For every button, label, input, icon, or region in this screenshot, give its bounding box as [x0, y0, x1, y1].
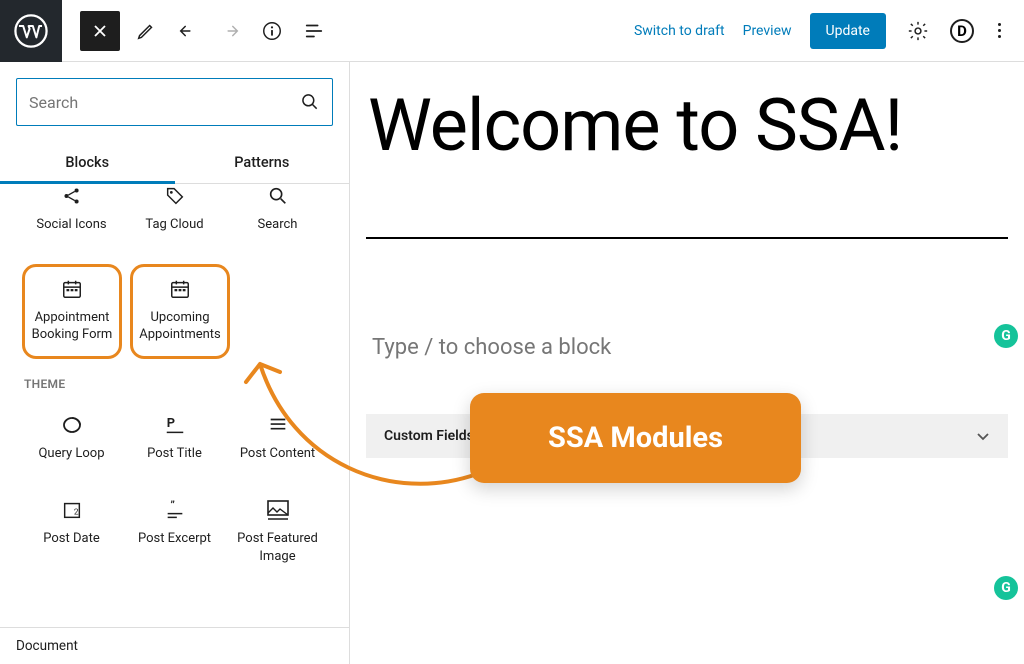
update-button[interactable]: Update [810, 13, 886, 49]
block-post-excerpt[interactable]: ” Post Excerpt [125, 488, 224, 577]
block-label: Post Title [147, 445, 202, 463]
block-label: Upcoming Appointments [135, 309, 225, 344]
calendar-icon [168, 277, 192, 301]
tab-blocks[interactable]: Blocks [0, 142, 175, 183]
svg-text:P: P [166, 415, 174, 430]
switch-to-draft-button[interactable]: Switch to draft [634, 23, 725, 39]
date-icon: 2 [60, 498, 84, 522]
document-outline-tab[interactable]: Document [0, 627, 349, 664]
chevron-down-icon [976, 429, 990, 443]
page-title[interactable]: Welcome to SSA! [350, 62, 1024, 165]
block-appointment-booking-form[interactable]: Appointment Booking Form [22, 264, 122, 359]
more-options-button[interactable] [992, 17, 1006, 45]
redo-icon [219, 20, 241, 42]
info-button[interactable] [254, 13, 290, 49]
block-tag-cloud[interactable]: Tag Cloud [125, 184, 224, 246]
outline-button[interactable] [296, 13, 332, 49]
search-icon [300, 92, 320, 112]
block-post-content[interactable]: Post Content [228, 403, 327, 475]
pencil-icon [135, 20, 157, 42]
block-label: Search [258, 216, 298, 234]
edit-tool-button[interactable] [128, 13, 164, 49]
block-label: Post Content [240, 445, 315, 463]
calendar-icon [60, 277, 84, 301]
block-query-loop[interactable]: Query Loop [22, 403, 121, 475]
tab-patterns[interactable]: Patterns [175, 142, 350, 183]
svg-text:”: ” [170, 499, 174, 512]
annotation-callout: SSA Modules [470, 393, 801, 483]
block-placeholder[interactable]: Type / to choose a block [350, 239, 1024, 390]
wordpress-icon [14, 14, 48, 48]
image-icon [266, 498, 290, 522]
grammarly-badge[interactable]: G [994, 576, 1018, 600]
block-label: Tag Cloud [145, 216, 203, 234]
block-post-featured-image[interactable]: Post Featured Image [228, 488, 327, 577]
search-field[interactable] [29, 93, 300, 112]
block-post-title[interactable]: P Post Title [125, 403, 224, 475]
block-search-input[interactable] [16, 78, 333, 126]
block-label: Social Icons [36, 216, 106, 234]
wordpress-logo[interactable] [0, 0, 62, 62]
block-label: Post Date [43, 530, 99, 548]
gear-icon [907, 20, 929, 42]
list-icon [303, 20, 325, 42]
grammarly-badge[interactable]: G [994, 324, 1018, 348]
divi-button[interactable]: D [950, 19, 974, 43]
preview-button[interactable]: Preview [743, 23, 792, 39]
block-social-icons[interactable]: Social Icons [22, 184, 121, 246]
close-inserter-button[interactable] [80, 11, 120, 51]
tag-icon [163, 184, 187, 208]
block-label: Query Loop [38, 445, 104, 463]
share-icon [60, 184, 84, 208]
block-search[interactable]: Search [228, 184, 327, 246]
custom-fields-label: Custom Fields [384, 428, 474, 444]
svg-text:2: 2 [73, 508, 78, 518]
block-post-date[interactable]: 2 Post Date [22, 488, 121, 577]
content-icon [266, 413, 290, 437]
close-icon [91, 22, 109, 40]
search-icon [266, 184, 290, 208]
block-label: Appointment Booking Form [27, 309, 117, 344]
editor-canvas: Welcome to SSA! G Type / to choose a blo… [350, 62, 1024, 664]
undo-button[interactable] [170, 13, 206, 49]
block-label: Post Featured Image [230, 530, 325, 565]
undo-icon [177, 20, 199, 42]
section-theme-label: THEME [22, 359, 327, 403]
info-icon [261, 20, 283, 42]
loop-icon [60, 413, 84, 437]
excerpt-icon: ” [163, 498, 187, 522]
block-upcoming-appointments[interactable]: Upcoming Appointments [130, 264, 230, 359]
redo-button [212, 13, 248, 49]
settings-button[interactable] [904, 17, 932, 45]
block-label: Post Excerpt [138, 530, 211, 548]
title-icon: P [163, 413, 187, 437]
top-toolbar: Switch to draft Preview Update D [0, 0, 1024, 62]
block-inserter-panel: Blocks Patterns Social Icons Tag Cloud S… [0, 62, 350, 664]
